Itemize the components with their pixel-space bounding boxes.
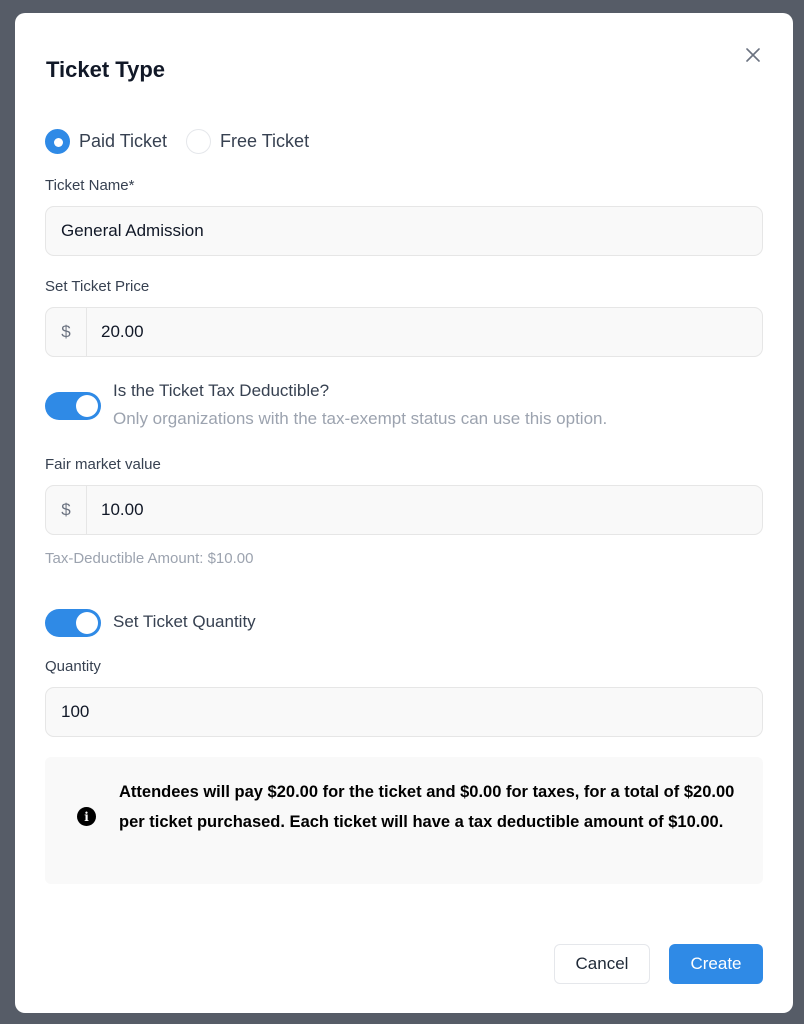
fair-market-value-value[interactable]: 10.00 (87, 500, 144, 520)
radio-label: Free Ticket (220, 131, 310, 151)
fair-market-value-label: Fair market value (45, 456, 161, 473)
modal-title: Ticket Type (46, 57, 166, 82)
close-icon (746, 48, 760, 62)
ticket-price-input[interactable]: $ 20.00 (45, 307, 763, 357)
pricing-summary-box: i Attendees will pay $20.00 for the tick… (45, 757, 763, 884)
fair-market-value-input[interactable]: $ 10.00 (45, 485, 763, 535)
pricing-summary-text: Attendees will pay $20.00 for the ticket… (119, 783, 735, 831)
info-icon: i (77, 807, 96, 826)
radio-free-ticket[interactable]: Free Ticket (186, 129, 309, 154)
ticket-kind-radio-group: Paid Ticket Free Ticket (45, 129, 328, 154)
tax-deductible-title: Is the Ticket Tax Deductible? (113, 381, 330, 400)
dollar-sign-prefix: $ (46, 308, 87, 356)
radio-unchecked-icon[interactable] (186, 129, 212, 154)
tax-deductible-amount-hint: Tax-Deductible Amount: $10.00 (45, 550, 254, 567)
cancel-button[interactable]: Cancel (554, 944, 650, 984)
quantity-input[interactable]: 100 (45, 687, 763, 737)
tax-deductible-subtitle: Only organizations with the tax-exempt s… (113, 409, 608, 428)
ticket-name-label: Ticket Name* (45, 177, 135, 194)
create-button[interactable]: Create (669, 944, 763, 984)
ticket-price-value[interactable]: 20.00 (87, 322, 144, 342)
radio-checked-icon[interactable] (45, 129, 70, 154)
ticket-quantity-toggle-label: Set Ticket Quantity (113, 612, 256, 631)
dollar-sign-prefix: $ (46, 486, 87, 534)
quantity-label: Quantity (45, 658, 101, 675)
radio-label: Paid Ticket (79, 131, 168, 151)
ticket-price-label: Set Ticket Price (45, 278, 150, 295)
ticket-quantity-toggle[interactable] (45, 609, 101, 637)
ticket-name-value[interactable]: General Admission (46, 221, 204, 241)
quantity-value[interactable]: 100 (46, 702, 89, 722)
tax-deductible-toggle[interactable] (45, 392, 101, 420)
ticket-type-modal: Ticket Type Paid Ticket Free Ticket Tick… (15, 13, 793, 1013)
ticket-name-input[interactable]: General Admission (45, 206, 763, 256)
close-button[interactable] (741, 43, 765, 67)
radio-paid-ticket[interactable]: Paid Ticket (45, 129, 167, 154)
